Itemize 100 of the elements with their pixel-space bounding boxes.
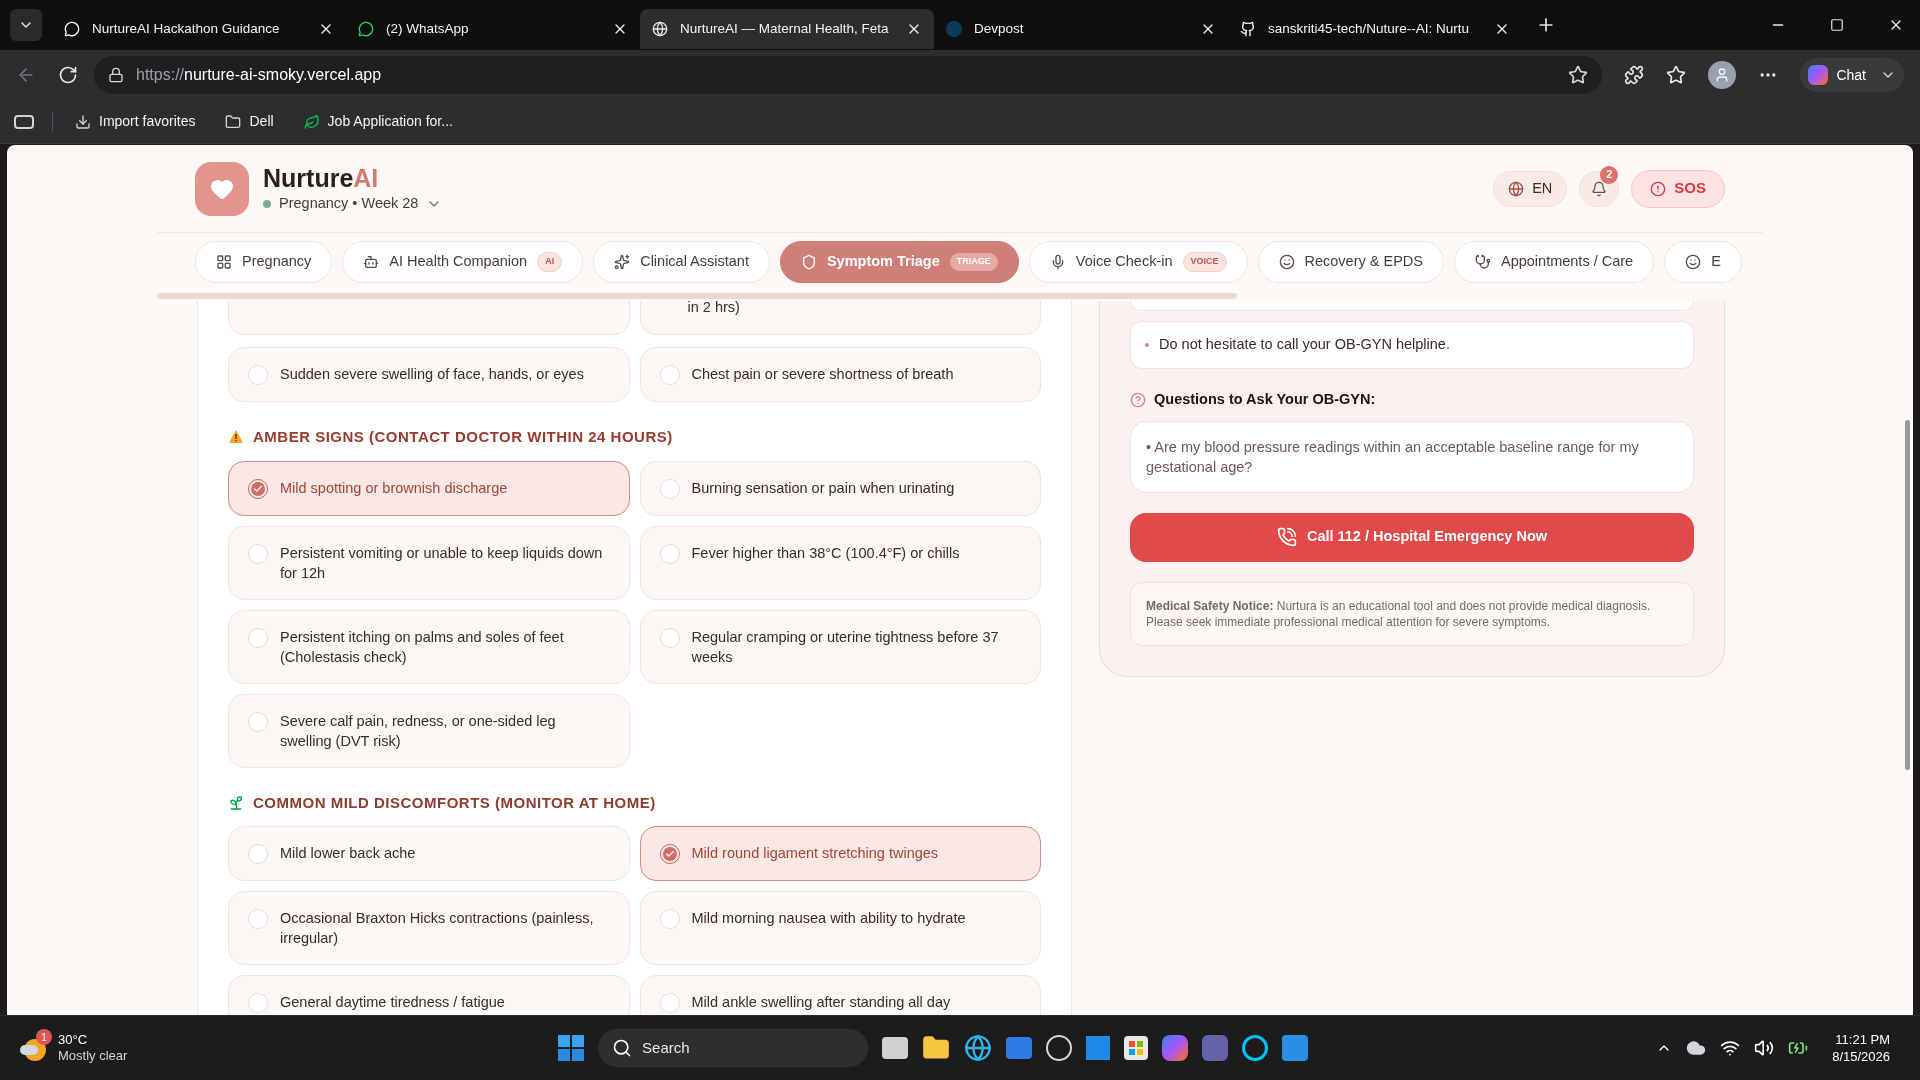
symptom-option[interactable]: Mild ankle swelling after standing all day	[639, 975, 1041, 1015]
grid-icon	[216, 254, 232, 270]
browser-tab[interactable]: NurtureAI — Maternal Health, Feta	[640, 9, 934, 49]
warning-icon	[228, 429, 244, 446]
browser-tab[interactable]: Devpost	[934, 9, 1228, 49]
temperature: 30°C	[58, 1032, 89, 1048]
tab-badge: VOICE	[1182, 252, 1227, 272]
phone-icon	[1276, 527, 1297, 547]
browser-tab[interactable]: (2) WhatsApp	[346, 9, 640, 49]
nav-tab[interactable]: Recovery & EPDS	[1257, 241, 1444, 283]
symptom-label: Occasional Braxton Hicks contractions (painless, irregular)	[280, 909, 595, 948]
symptom-option[interactable]: Regular cramping or uterine tightness before 37 weeks	[639, 609, 1041, 684]
symptom-option[interactable]: Mild morning nausea with ability to hydrate	[639, 891, 1041, 965]
symptom-label: Persistent itching on palms and soles of feet (Cholestasis check)	[280, 627, 565, 667]
section-heading: AMBER SIGNS (CONTACT DOCTOR WITHIN 24 HOURS)	[253, 427, 673, 447]
symptom-option[interactable]: Burning sensation or pain when urinating	[639, 460, 1041, 516]
folder-icon[interactable]	[922, 1034, 951, 1062]
symptom-option[interactable]: Occasional Braxton Hicks contractions (painless, irregular)	[228, 891, 630, 965]
nav-tab[interactable]: Clinical Assistant	[593, 241, 770, 283]
symptom-label: Mild round ligament stretching twinges	[691, 844, 939, 863]
reload-icon[interactable]	[58, 65, 78, 85]
nav-tab[interactable]: Appointments / Care	[1454, 241, 1655, 283]
chat-icon	[64, 21, 80, 37]
symptom-option[interactable]: Mild round ligament stretching twinges	[639, 826, 1041, 881]
horizontal-scrollbar[interactable]	[157, 293, 1237, 299]
emergency-call-button[interactable]: Call 112 / Hospital Emergency Now	[1130, 512, 1694, 562]
tab-badge: TRIAGE	[949, 253, 998, 271]
circle-logo-icon[interactable]	[1046, 1035, 1073, 1061]
start-icon[interactable]	[558, 1035, 585, 1061]
restore-icon[interactable]	[1830, 18, 1844, 32]
tab-badge: AI	[537, 252, 563, 272]
symptom-option[interactable]: Severe calf pain, redness, or one-sided leg swelling (DVT risk)	[228, 693, 630, 768]
clock-time[interactable]: 11:21 PM	[1835, 1031, 1890, 1048]
favorites-icon[interactable]	[1666, 65, 1687, 85]
address-bar[interactable]: https://nurture-ai-smoky.vercel.app	[94, 56, 1603, 94]
symptom-option[interactable]: Fever higher than 38°C (100.4°F) or chills	[639, 525, 1041, 600]
symptom-label: Fever higher than 38°C (100.4°F) or chills	[691, 543, 960, 563]
nav-tab[interactable]: AI Health Companion AI	[342, 241, 584, 283]
chat-bubble-icon	[358, 21, 374, 37]
smile-icon	[1278, 254, 1295, 270]
browser-tab[interactable]: sanskriti45-tech/Nuture--AI: Nurtu	[1228, 9, 1522, 49]
folder-icon	[225, 113, 242, 130]
bookmark[interactable]: Dell	[219, 111, 280, 132]
nav-tab[interactable]: E	[1664, 241, 1742, 283]
url-text: https://nurture-ai-smoky.vercel.app	[136, 65, 382, 85]
section-heading: COMMON MILD DISCOMFORTS (MONITOR AT HOME)	[253, 792, 656, 813]
robot-icon	[363, 254, 380, 270]
symptom-label: Sudden severe swelling of face, hands, or eyes	[280, 365, 584, 384]
symptom-option[interactable]: Mild lower back ache	[228, 826, 630, 881]
wifi-icon[interactable]	[1720, 1038, 1741, 1058]
language-button[interactable]: EN	[1493, 170, 1568, 207]
symptom-label: General daytime tiredness / fatigue	[280, 993, 505, 1012]
cat-logo-icon	[1240, 21, 1256, 37]
favorite-star-icon[interactable]	[1568, 65, 1589, 85]
extensions-icon[interactable]	[1624, 65, 1645, 85]
questions-heading: Questions to Ask Your OB-GYN:	[1154, 389, 1376, 409]
question-icon	[1130, 391, 1146, 408]
symptom-label: Mild morning nausea with ability to hydrate	[691, 909, 966, 928]
seedling-icon	[228, 794, 244, 811]
symptom-label: Mild spotting or brownish discharge	[280, 478, 508, 498]
weather-text: Mostly clear	[58, 1048, 128, 1064]
symptom-option[interactable]: Chest pain or severe shortness of breath	[639, 347, 1041, 402]
shield-icon	[800, 254, 817, 270]
checked-radio-icon	[248, 478, 268, 499]
symptom-label: Mild ankle swelling after standing all day	[691, 993, 951, 1012]
store-icon[interactable]	[1124, 1036, 1149, 1060]
tab-title: (2) WhatsApp	[386, 19, 470, 38]
cloud-icon[interactable]	[1686, 1038, 1707, 1058]
tab-title: Devpost	[974, 19, 1025, 38]
symptom-label: Severe calf pain, redness, or one-sided leg swelling (DVT risk)	[280, 711, 557, 751]
symptom-option[interactable]: Sudden severe swelling of face, hands, or eyes	[228, 347, 630, 402]
bookmark[interactable]: Job Application for...	[297, 111, 459, 132]
symptom-option[interactable]: Persistent vomiting or unable to keep liquids down for 12h	[228, 525, 630, 600]
leaf-icon	[303, 113, 320, 130]
stage-selector[interactable]: Pregnancy • Week 28	[263, 192, 443, 215]
symptom-option[interactable]: Mild spotting or brownish discharge	[228, 460, 630, 516]
stethoscope-icon	[1475, 254, 1491, 270]
vertical-scrollbar[interactable]	[1905, 420, 1910, 770]
import-icon	[75, 113, 91, 130]
browser-icon[interactable]	[964, 1034, 993, 1062]
clock-date[interactable]: 8/15/2026	[1832, 1048, 1890, 1065]
sos-button[interactable]: SOS	[1631, 169, 1725, 208]
chat-button[interactable]: Chat	[1800, 58, 1904, 92]
sidebar-toggle-icon[interactable]	[14, 114, 34, 129]
bookmark[interactable]: Import favorites	[69, 111, 202, 132]
tab-list-button[interactable]	[10, 9, 42, 41]
symptom-option[interactable]: in 2 hrs)	[639, 301, 1041, 335]
symptom-option[interactable]: General daytime tiredness / fatigue	[228, 975, 630, 1015]
nav-tab[interactable]: Pregnancy	[195, 241, 333, 283]
brand-name: NurtureAI	[263, 162, 380, 193]
advice-item: Do not hesitate to call your OB-GYN helpline.	[1130, 321, 1694, 369]
search-icon	[612, 1038, 633, 1058]
volume-icon[interactable]	[1754, 1038, 1775, 1058]
profile-avatar[interactable]	[1708, 61, 1737, 89]
nav-tab[interactable]: Voice Check-in VOICE	[1028, 241, 1248, 283]
browser-tab[interactable]: NurtureAI Hackathon Guidance	[52, 9, 346, 49]
symptom-option[interactable]: Persistent itching on palms and soles of feet (Cholestasis check)	[228, 609, 630, 684]
taskbar-search[interactable]: Search	[598, 1029, 869, 1067]
ring-icon[interactable]	[1242, 1035, 1269, 1061]
symptom-label: Regular cramping or uterine tightness before 37 weeks	[691, 627, 1000, 667]
